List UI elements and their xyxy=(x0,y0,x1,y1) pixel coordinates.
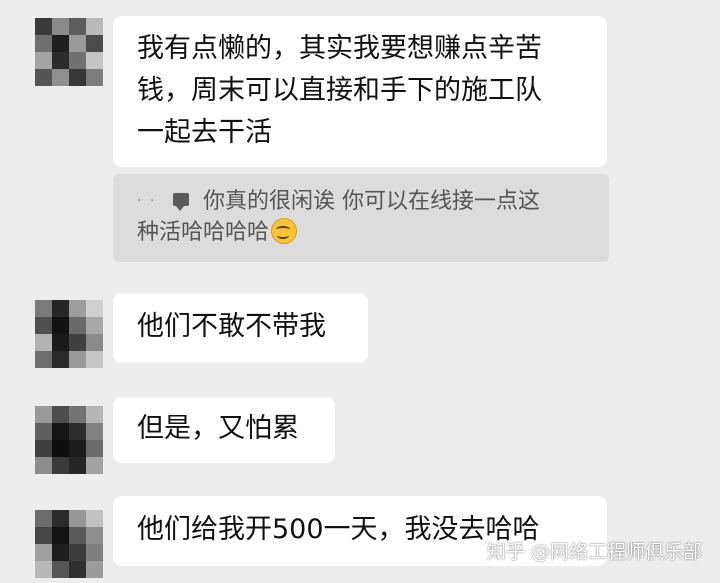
watermark: 知乎 @网络工程师俱乐部 xyxy=(486,541,702,563)
quote-text-line1: 你真的很闲诶 你可以在线接一点这 xyxy=(203,189,540,214)
message-bubble[interactable]: 他们不敢不带我 xyxy=(113,293,368,363)
avatar[interactable] xyxy=(35,510,103,578)
message-bubble[interactable]: 但是，又怕累 xyxy=(113,397,335,463)
quote-sender: · · xyxy=(137,193,157,209)
message-text: 一起去干活 xyxy=(137,117,272,148)
avatar[interactable] xyxy=(35,406,103,474)
message-text: 我有点懒的，其实我要想赚点辛苦 xyxy=(137,33,542,64)
message-text: 他们不敢不带我 xyxy=(137,311,326,342)
message-text: 钱，周末可以直接和手下的施工队 xyxy=(137,75,542,106)
avatar[interactable] xyxy=(35,300,103,368)
message-bubble[interactable]: 我有点懒的，其实我要想赚点辛苦 钱，周末可以直接和手下的施工队 一起去干活 xyxy=(113,16,607,167)
quoted-message[interactable]: · · 你真的很闲诶 你可以在线接一点这 种活哈哈哈哈 xyxy=(113,174,609,262)
avatar[interactable] xyxy=(35,18,103,86)
chat-bubble-icon xyxy=(173,192,189,211)
message-text: 但是，又怕累 xyxy=(137,413,299,444)
quote-text-line2: 种活哈哈哈哈 xyxy=(137,220,270,245)
sunglasses-emoji-icon xyxy=(271,218,298,244)
